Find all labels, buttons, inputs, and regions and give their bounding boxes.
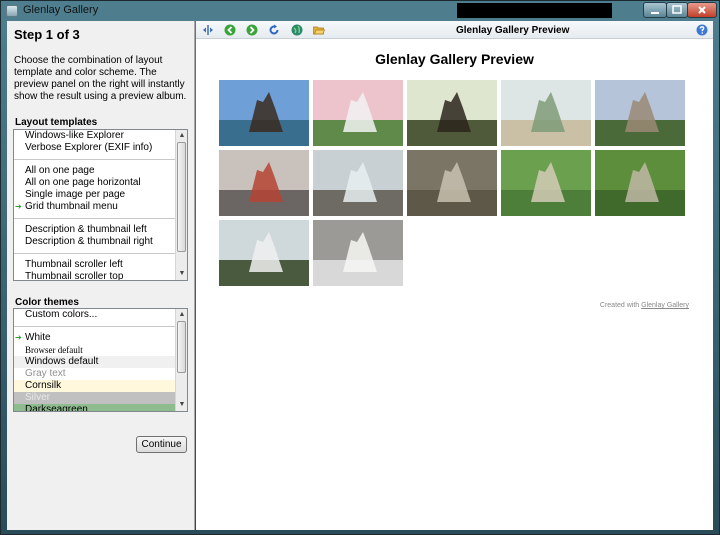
app-icon bbox=[6, 5, 18, 17]
close-icon bbox=[698, 6, 706, 14]
list-item[interactable]: All on one page horizontal bbox=[14, 177, 175, 189]
theme-list-scrollbar[interactable]: ▲ ▼ bbox=[175, 309, 187, 411]
list-item[interactable]: Cornsilk bbox=[14, 380, 175, 392]
sailing-ship-dock-thumbnail[interactable] bbox=[407, 80, 497, 146]
list-item[interactable]: Browser default bbox=[14, 344, 175, 356]
preview-panel: Glenlay Gallery Preview Glenlay Gallery … bbox=[196, 21, 713, 530]
continue-button[interactable]: Continue bbox=[136, 436, 187, 453]
layout-list-items: Windows-like Explorer Verbose Explorer (E… bbox=[14, 130, 175, 280]
list-separator bbox=[14, 321, 175, 327]
globe-icon[interactable] bbox=[291, 24, 303, 36]
step-description: Choose the combination of layout templat… bbox=[14, 55, 187, 102]
redacted-area bbox=[457, 3, 612, 18]
canyon-waterfall-thumbnail[interactable] bbox=[313, 150, 403, 216]
help-icon[interactable] bbox=[696, 24, 708, 36]
layout-templates-label: Layout templates bbox=[15, 117, 98, 128]
list-separator bbox=[14, 154, 175, 160]
list-item[interactable]: White bbox=[14, 332, 175, 344]
list-item[interactable]: Windows default bbox=[14, 356, 175, 368]
list-item[interactable]: Darkseagreen bbox=[14, 404, 175, 411]
thumbnail-image bbox=[313, 150, 403, 216]
list-item[interactable]: Single image per page bbox=[14, 189, 175, 201]
scroll-thumb[interactable] bbox=[177, 321, 186, 373]
mountain-goat-thumbnail[interactable] bbox=[313, 220, 403, 286]
beach-hills-thumbnail[interactable] bbox=[501, 80, 591, 146]
thumbnail-image bbox=[501, 150, 591, 216]
refresh-icon[interactable] bbox=[268, 24, 280, 36]
minimize-icon bbox=[651, 12, 659, 14]
back-icon[interactable] bbox=[224, 24, 236, 36]
list-separator bbox=[14, 213, 175, 219]
list-item[interactable]: Thumbnail scroller top bbox=[14, 271, 175, 280]
maximize-button[interactable] bbox=[666, 2, 688, 18]
city-street-thumbnail[interactable] bbox=[219, 150, 309, 216]
color-themes-label: Color themes bbox=[15, 297, 79, 308]
scroll-thumb[interactable] bbox=[177, 142, 186, 252]
thumbnail-image bbox=[219, 220, 309, 286]
list-item[interactable]: Custom colors... bbox=[14, 309, 175, 321]
color-themes-list[interactable]: Custom colors... WhiteBrowser defaultWind… bbox=[13, 308, 188, 412]
theme-list-items: Custom colors... WhiteBrowser defaultWind… bbox=[14, 309, 175, 411]
thumbnail-image bbox=[313, 220, 403, 286]
scroll-up-icon[interactable]: ▲ bbox=[177, 310, 187, 320]
credit-link[interactable]: Glenlay Gallery bbox=[641, 302, 689, 309]
list-item[interactable]: Grid thumbnail menu bbox=[14, 201, 175, 213]
scroll-down-icon[interactable]: ▼ bbox=[177, 400, 187, 410]
title-bar[interactable]: Glenlay Gallery bbox=[1, 1, 719, 21]
list-item[interactable]: Silver bbox=[14, 392, 175, 404]
thumbnail-image bbox=[313, 80, 403, 146]
step-title: Step 1 of 3 bbox=[14, 27, 80, 42]
marmot-grass-thumbnail[interactable] bbox=[501, 150, 591, 216]
thumbnail-image bbox=[219, 150, 309, 216]
maximize-icon bbox=[672, 5, 682, 14]
layout-list-scrollbar[interactable]: ▲ ▼ bbox=[175, 130, 187, 280]
list-separator bbox=[14, 248, 175, 254]
marmot-meadow-thumbnail[interactable] bbox=[595, 150, 685, 216]
list-item[interactable]: All on one page bbox=[14, 165, 175, 177]
thumbnail-image bbox=[595, 150, 685, 216]
list-item[interactable]: Windows-like Explorer bbox=[14, 130, 175, 142]
scroll-down-icon[interactable]: ▼ bbox=[177, 269, 187, 279]
list-item[interactable]: Thumbnail scroller left bbox=[14, 259, 175, 271]
tall-ship-harbor-thumbnail[interactable] bbox=[219, 80, 309, 146]
marmot-rocks-thumbnail[interactable] bbox=[407, 150, 497, 216]
forward-icon[interactable] bbox=[246, 24, 258, 36]
folder-open-icon[interactable] bbox=[313, 24, 325, 36]
scroll-up-icon[interactable]: ▲ bbox=[177, 131, 187, 141]
split-view-icon[interactable] bbox=[202, 24, 214, 36]
thumbnail-image bbox=[501, 80, 591, 146]
settings-panel: Step 1 of 3 Choose the combination of la… bbox=[7, 21, 195, 530]
credit-prefix: Created with bbox=[599, 302, 642, 309]
window-title: Glenlay Gallery bbox=[23, 4, 99, 16]
app-window: Glenlay Gallery Step 1 of 3 Choose the c… bbox=[0, 0, 720, 535]
thumbnail-image bbox=[595, 80, 685, 146]
close-button[interactable] bbox=[687, 2, 717, 18]
thumbnail-image bbox=[219, 80, 309, 146]
mission-tower-thumbnail[interactable] bbox=[595, 80, 685, 146]
thumbnail-image bbox=[407, 150, 497, 216]
thumbnail-image bbox=[407, 80, 497, 146]
preview-toolbar-title: Glenlay Gallery Preview bbox=[456, 25, 570, 36]
minimize-button[interactable] bbox=[643, 2, 667, 18]
lighthouse-thumbnail[interactable] bbox=[313, 80, 403, 146]
list-item[interactable]: Description & thumbnail right bbox=[14, 236, 175, 248]
list-item[interactable]: Description & thumbnail left bbox=[14, 224, 175, 236]
list-item[interactable]: Gray text bbox=[14, 368, 175, 380]
preview-heading: Glenlay Gallery Preview bbox=[375, 51, 534, 67]
snowy-forest-thumbnail[interactable] bbox=[219, 220, 309, 286]
preview-toolbar: Glenlay Gallery Preview bbox=[196, 21, 713, 39]
credit-line: Created with Glenlay Gallery bbox=[600, 302, 689, 309]
list-item[interactable]: Verbose Explorer (EXIF info) bbox=[14, 142, 175, 154]
layout-templates-list[interactable]: Windows-like Explorer Verbose Explorer (E… bbox=[13, 129, 188, 281]
